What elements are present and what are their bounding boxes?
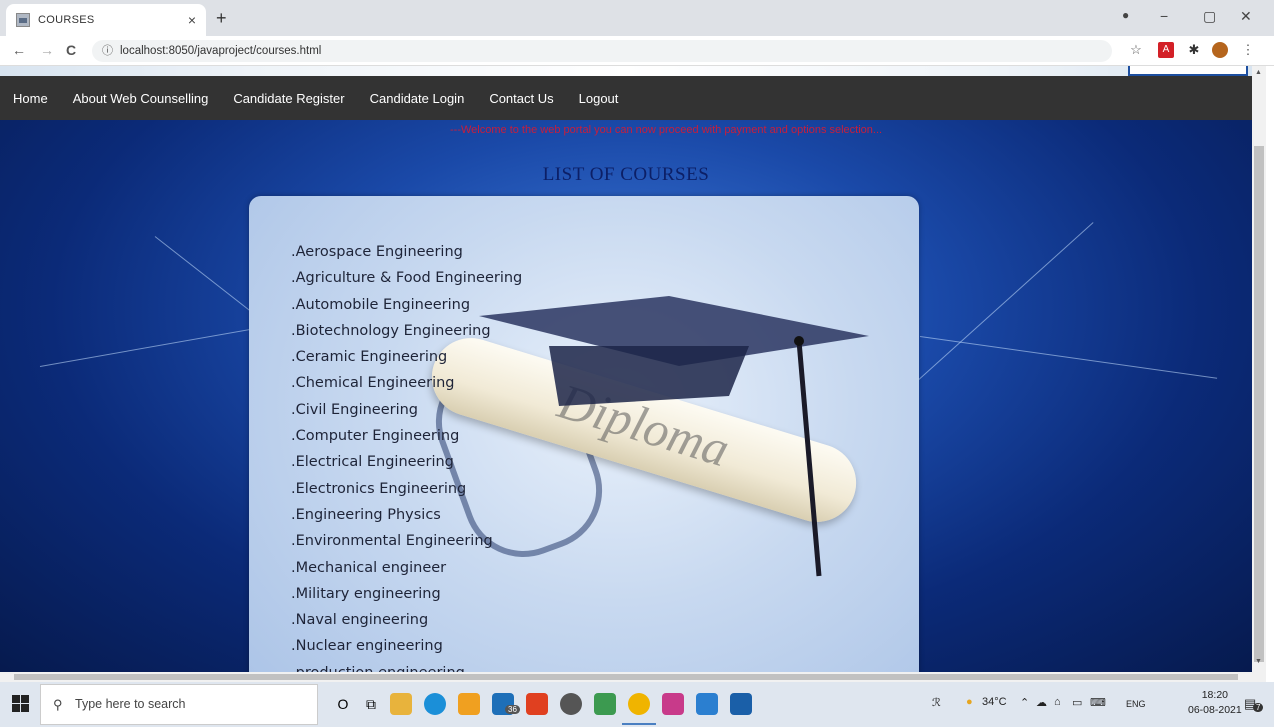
windows-start-icon[interactable] [12, 695, 30, 713]
url-text: localhost:8050/javaproject/courses.html [120, 45, 322, 57]
list-item: .Naval engineering [291, 612, 429, 629]
list-item: .Environmental Engineering [291, 533, 493, 550]
windows-taskbar: ⚲ Type here to search O ⧉ 36 ℛ ● 34°C ⌃ … [0, 682, 1274, 727]
tab-title: COURSES [38, 14, 95, 26]
list-item: .Civil Engineering [291, 401, 419, 418]
active-app-indicator [622, 723, 656, 725]
list-item: .Biotechnology Engineering [291, 322, 491, 339]
clock-time: 18:20 [1201, 689, 1228, 701]
people-icon[interactable]: ℛ [932, 696, 941, 709]
nav-home[interactable]: Home [13, 91, 48, 106]
vertical-scroll-thumb[interactable] [1254, 146, 1264, 662]
store-icon[interactable] [458, 693, 480, 715]
search-icon: ⚲ [53, 697, 63, 712]
office-icon[interactable] [526, 693, 548, 715]
app-icon-green[interactable] [594, 693, 616, 715]
light-streak [919, 336, 1218, 379]
welcome-marquee: ---Welcome to the web portal you can now… [450, 124, 883, 136]
eclipse-icon[interactable] [662, 693, 684, 715]
list-item: .production engineering [291, 660, 522, 672]
task-view-icon[interactable]: ⧉ [360, 693, 382, 715]
url-field[interactable]: ⓘ localhost:8050/javaproject/courses.htm… [92, 40, 1112, 62]
app-icon[interactable] [560, 693, 582, 715]
clock-date: 06-08-2021 [1188, 704, 1242, 716]
new-tab-button[interactable]: + [216, 8, 227, 29]
list-item: .Automobile Engineering [291, 296, 471, 313]
nav-contact[interactable]: Contact Us [489, 91, 553, 106]
list-item: .Chemical Engineering [291, 375, 455, 392]
horizontal-scroll-thumb[interactable] [14, 674, 1238, 680]
list-item: .Agriculture & Food Engineering [291, 270, 523, 287]
list-item: .Computer Engineering [291, 428, 460, 445]
header-banner-badge [1128, 66, 1248, 76]
back-button[interactable]: ← [12, 42, 26, 58]
profile-dot-icon[interactable]: ● [1122, 8, 1129, 22]
profile-avatar[interactable] [1212, 42, 1228, 58]
nav-candidate-register[interactable]: Candidate Register [233, 91, 344, 106]
cortana-icon[interactable]: O [332, 693, 354, 715]
browser-tab[interactable]: COURSES × [6, 4, 206, 36]
tab-close-icon[interactable]: × [188, 12, 196, 28]
minimize-button[interactable]: − [1160, 8, 1168, 24]
mail-badge: 36 [505, 705, 520, 714]
vertical-scrollbar[interactable]: ▲ ▼ [1252, 66, 1266, 672]
file-explorer-icon[interactable] [390, 693, 412, 715]
edge-icon[interactable] [424, 693, 446, 715]
chrome-icon[interactable] [628, 693, 650, 715]
battery-icon[interactable]: ▭ [1072, 696, 1082, 709]
forward-button[interactable]: → [40, 42, 54, 58]
list-item: .Engineering Physics [291, 506, 441, 523]
light-streak [899, 222, 1094, 397]
language-indicator[interactable]: ENG [1126, 699, 1146, 709]
page-favicon-icon [16, 13, 30, 27]
vscode-icon[interactable] [696, 693, 718, 715]
list-item: .Military engineering [291, 585, 441, 602]
pdf-extension-icon[interactable]: A [1158, 42, 1174, 58]
nav-logout[interactable]: Logout [579, 91, 619, 106]
weather-icon[interactable]: ● [966, 696, 973, 708]
list-item: .Aerospace Engineering [291, 244, 463, 260]
address-bar-row: ← → C ⓘ localhost:8050/javaproject/cours… [0, 36, 1274, 66]
scroll-up-icon[interactable]: ▲ [1255, 69, 1262, 76]
main-navbar: Home About Web Counselling Candidate Reg… [0, 76, 1252, 120]
page-viewport: Home About Web Counselling Candidate Reg… [0, 66, 1252, 672]
header-banner [0, 66, 1252, 76]
temperature-text[interactable]: 34°C [982, 696, 1007, 708]
nav-candidate-login[interactable]: Candidate Login [370, 91, 465, 106]
list-item: .Electrical Engineering [291, 454, 454, 471]
list-item: .Mechanical engineer [291, 559, 447, 576]
keyboard-icon[interactable]: ⌨ [1090, 696, 1106, 709]
browser-tab-strip: COURSES × + ● − ▢ ✕ [0, 0, 1274, 36]
cloud-icon[interactable]: ☁ [1036, 696, 1047, 709]
list-item: .Electronics Engineering [291, 480, 467, 497]
horizontal-scrollbar[interactable] [0, 672, 1266, 682]
site-info-icon[interactable]: ⓘ [102, 40, 113, 62]
reload-button[interactable]: C [66, 42, 76, 58]
scroll-down-icon[interactable]: ▼ [1255, 658, 1262, 665]
list-item: .Ceramic Engineering [291, 349, 448, 366]
course-list: .Aerospace Engineering .Agriculture & Fo… [291, 239, 522, 672]
window-close-button[interactable]: ✕ [1240, 8, 1252, 25]
tray-expand-icon[interactable]: ⌃ [1020, 696, 1029, 709]
maximize-button[interactable]: ▢ [1203, 8, 1216, 25]
nav-about[interactable]: About Web Counselling [73, 91, 209, 106]
page-title: LIST OF COURSES [542, 164, 710, 185]
network-icon[interactable]: ⌂ [1054, 696, 1061, 708]
list-item: .Nuclear engineering [291, 638, 443, 655]
browser-menu-icon[interactable]: ⋮ [1240, 42, 1256, 58]
search-placeholder: Type here to search [75, 697, 186, 711]
notifications-badge: 7 [1253, 703, 1264, 712]
photos-icon[interactable] [730, 693, 752, 715]
taskbar-search-input[interactable]: ⚲ Type here to search [40, 684, 318, 725]
extensions-puzzle-icon[interactable]: ✱ [1186, 42, 1202, 58]
bookmark-star-icon[interactable]: ☆ [1128, 42, 1144, 58]
taskbar-clock[interactable]: 18:20 06-08-2021 [1188, 688, 1242, 718]
